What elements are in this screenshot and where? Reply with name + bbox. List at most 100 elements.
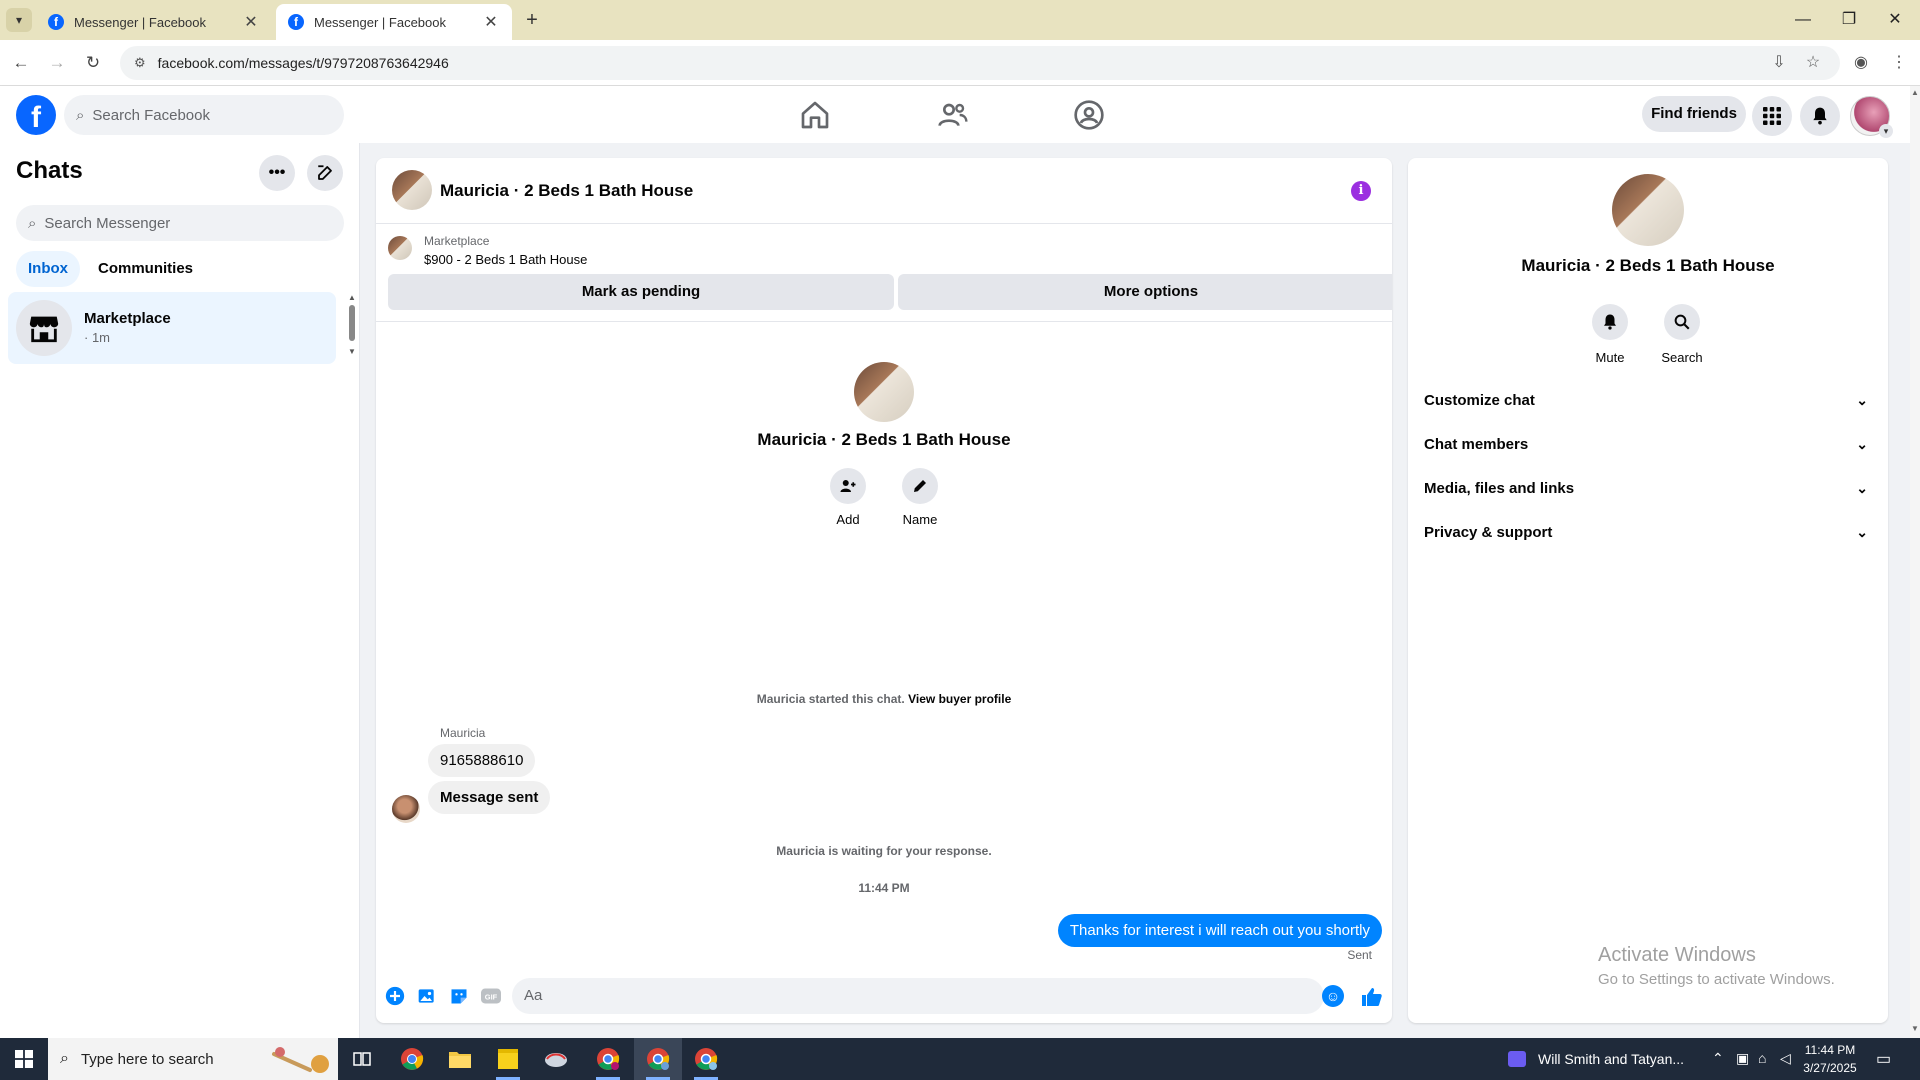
facebook-search-input[interactable]: ⌕ Search Facebook (64, 95, 344, 135)
new-tab-button[interactable]: + (520, 8, 544, 32)
name-action[interactable]: Name (890, 468, 950, 527)
meet-now-icon[interactable]: ▣ (1736, 1050, 1749, 1067)
task-view-icon[interactable] (338, 1038, 386, 1080)
install-app-icon[interactable]: ⇩ (1766, 50, 1792, 76)
menu-grid-button[interactable] (1752, 96, 1792, 136)
volume-icon[interactable]: ◁ (1780, 1050, 1791, 1067)
app-taskbar-icon[interactable] (532, 1038, 580, 1080)
find-friends-button[interactable]: Find friends (1642, 96, 1746, 132)
forward-button[interactable]: → (44, 50, 70, 76)
browser-tab-2[interactable]: f Messenger | Facebook ✕ (276, 4, 512, 40)
view-buyer-profile-link[interactable]: View buyer profile (908, 692, 1011, 706)
scrollbar-thumb[interactable] (349, 305, 355, 341)
sidebar-scrollbar[interactable]: ▲ ▼ (348, 293, 356, 356)
sticker-icon[interactable] (448, 985, 470, 1007)
search-label: Search (1661, 350, 1703, 365)
plus-circle-icon[interactable] (384, 985, 406, 1007)
sticky-notes-icon[interactable] (484, 1038, 532, 1080)
pencil-icon (902, 468, 938, 504)
activate-windows-watermark: Activate Windows Go to Settings to activ… (1598, 944, 1835, 988)
taskbar-search-placeholder: Type here to search (80, 1050, 214, 1068)
conversation-avatar[interactable] (392, 170, 432, 210)
scroll-down-icon[interactable]: ▼ (1910, 1024, 1920, 1033)
gif-icon[interactable]: GIF (480, 985, 502, 1007)
messenger-search-input[interactable]: ⌕ Search Messenger (16, 205, 344, 241)
account-avatar[interactable]: ▾ (1850, 96, 1893, 138)
bell-icon (1592, 304, 1628, 340)
facebook-logo[interactable]: f (16, 95, 56, 135)
chat-name: Marketplace (84, 310, 171, 327)
profile-icon[interactable]: ◉ (1848, 50, 1874, 76)
close-icon[interactable]: ✕ (482, 12, 500, 32)
scroll-up-icon[interactable]: ▲ (348, 293, 356, 302)
emoji-icon[interactable]: ☺ (1322, 985, 1344, 1007)
photo-icon[interactable] (416, 985, 438, 1007)
add-person-icon (830, 468, 866, 504)
privacy-support-section[interactable]: Privacy & support ⌄ (1416, 510, 1880, 554)
chevron-up-icon[interactable]: ⌃ (1712, 1050, 1724, 1067)
chats-options-button[interactable]: ••• (259, 155, 295, 191)
notification-center-icon[interactable]: ▭ (1876, 1049, 1891, 1069)
minimize-button[interactable]: — (1780, 6, 1826, 34)
groups-icon[interactable] (1073, 99, 1105, 131)
chrome-second-profile-taskbar-icon[interactable] (682, 1038, 730, 1080)
url-text: facebook.com/messages/t/9797208763642946 (157, 55, 449, 71)
notifications-button[interactable] (1800, 96, 1840, 136)
chat-members-section[interactable]: Chat members ⌄ (1416, 422, 1880, 466)
bookmark-star-icon[interactable]: ☆ (1800, 50, 1826, 76)
browser-menu-icon[interactable]: ⋮ (1886, 50, 1912, 76)
outgoing-message-bubble[interactable]: Thanks for interest i will reach out you… (1057, 914, 1382, 947)
compose-icon (318, 165, 332, 180)
network-icon[interactable]: ⌂ (1758, 1050, 1766, 1066)
file-explorer-icon[interactable] (436, 1038, 484, 1080)
info-icon[interactable]: i (1351, 181, 1371, 201)
tab-communities[interactable]: Communities (86, 251, 205, 287)
conversation-info-panel: Mauricia · 2 Beds 1 Bath House Mute Sear… (1408, 158, 1888, 1023)
listing-title[interactable]: $900 - 2 Beds 1 Bath House (424, 252, 587, 267)
window-close-button[interactable]: ✕ (1872, 6, 1918, 34)
chrome-active-taskbar-icon[interactable] (634, 1038, 682, 1080)
chrome-profile-taskbar-icon[interactable] (584, 1038, 632, 1080)
url-field[interactable]: ⚙ facebook.com/messages/t/97972087636429… (120, 46, 1840, 80)
browser-tab-1[interactable]: f Messenger | Facebook ✕ (36, 4, 272, 40)
tab-title: Messenger | Facebook (314, 14, 446, 30)
taskbar-search-box[interactable]: ⌕ Type here to search (48, 1038, 338, 1080)
sender-name: Mauricia (440, 726, 486, 740)
incoming-message-bubble[interactable]: 9165888610 (428, 744, 536, 777)
facebook-favicon-icon: f (48, 14, 64, 30)
marketplace-avatar (16, 300, 72, 356)
customize-chat-section[interactable]: Customize chat ⌄ (1416, 378, 1880, 422)
thumbs-up-icon[interactable] (1360, 985, 1384, 1009)
start-button[interactable] (0, 1038, 48, 1080)
media-widget[interactable]: Will Smith and Tatyan... (1508, 1038, 1684, 1080)
section-label: Customize chat (1424, 391, 1535, 409)
taskbar-clock[interactable]: 11:44 PM 3/27/2025 (1794, 1041, 1866, 1077)
chrome-taskbar-icon[interactable] (388, 1038, 436, 1080)
tab-inbox[interactable]: Inbox (16, 251, 80, 287)
site-info-icon[interactable]: ⚙ (134, 55, 146, 71)
add-action[interactable]: Add (818, 468, 878, 527)
friends-icon[interactable] (937, 99, 969, 131)
info-avatar[interactable] (1612, 174, 1684, 246)
back-button[interactable]: ← (8, 50, 34, 76)
incoming-message-bubble[interactable]: Message sent (428, 781, 551, 814)
close-icon[interactable]: ✕ (242, 12, 260, 32)
scroll-up-icon[interactable]: ▲ (1910, 88, 1920, 97)
tab-search-menu-button[interactable]: ▾ (6, 8, 32, 32)
more-options-button[interactable]: More options (898, 274, 1392, 310)
mute-action[interactable]: Mute (1580, 304, 1640, 365)
reload-button[interactable]: ↻ (80, 50, 106, 76)
restore-button[interactable]: ❐ (1826, 6, 1872, 34)
search-action[interactable]: Search (1652, 304, 1712, 365)
message-input[interactable]: Aa (512, 978, 1324, 1014)
media-files-links-section[interactable]: Media, files and links ⌄ (1416, 466, 1880, 510)
page-scrollbar[interactable]: ▲ ▼ (1910, 86, 1920, 1038)
chat-list-item[interactable]: Marketplace · 1m (8, 292, 336, 364)
scroll-down-icon[interactable]: ▼ (348, 347, 356, 356)
home-icon[interactable] (799, 99, 831, 131)
conversation-title[interactable]: Mauricia · 2 Beds 1 Bath House (440, 181, 693, 201)
sender-avatar[interactable] (392, 795, 420, 823)
new-message-button[interactable] (307, 155, 343, 191)
listing-thumbnail[interactable] (388, 236, 412, 260)
mark-as-pending-button[interactable]: Mark as pending (388, 274, 894, 310)
